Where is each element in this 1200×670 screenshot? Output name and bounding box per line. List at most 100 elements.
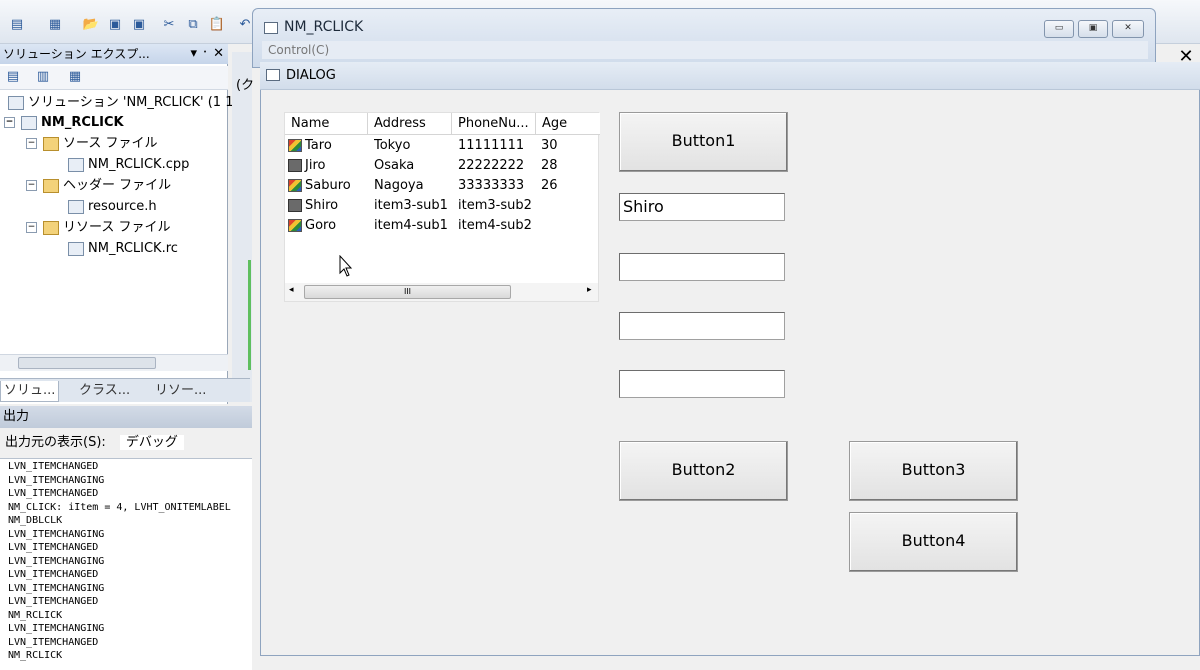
tree-source-folder[interactable]: − ソース ファイル [26,134,157,154]
header-file-icon [68,199,84,214]
main-window-title: NM_RCLICK [284,19,364,35]
window-close-button[interactable]: ✕ [1112,20,1144,38]
column-header-address[interactable]: Address [368,113,452,135]
cell-text: Shiro [305,198,339,213]
maximize-button[interactable]: ▣ [1078,20,1108,38]
output-line: LVN_ITEMCHANGING [8,555,105,567]
listview-horizontal-scrollbar[interactable]: ◂ III ▸ [285,283,598,301]
tree-header-file[interactable]: resource.h [68,197,157,217]
scroll-thumb[interactable]: III [304,285,511,299]
collapse-icon[interactable]: − [4,117,15,128]
cell-name: Saburo [288,176,351,196]
cell-name: Goro [288,216,336,236]
cell-name: Shiro [288,196,338,216]
column-header-name[interactable]: Name [285,113,368,135]
column-header-age[interactable]: Age [536,113,600,135]
solution-horizontal-scrollbar[interactable] [0,354,228,371]
list-row[interactable]: Saburo Nagoya 33333333 26 [285,176,600,196]
output-header: 出力 [0,406,252,428]
cell-text: Osaka [374,158,415,173]
solution-icon [8,95,24,110]
list-row[interactable]: Shiro item3-sub1 item3-sub2 [285,196,600,216]
tree-header-folder[interactable]: − ヘッダー ファイル [26,176,171,196]
save-icon[interactable]: ▣ [106,16,124,34]
tab-resource[interactable]: リソー... [152,381,209,401]
refresh-icon[interactable]: ▦ [66,68,84,86]
button2[interactable]: Button2 [619,441,788,501]
edit-field-4[interactable] [619,370,785,398]
button1[interactable]: Button1 [619,112,788,172]
folder-icon [43,136,59,151]
output-line: LVN_ITEMCHANGING [8,623,105,634]
menu-control[interactable]: Control(C) [268,43,329,57]
cell-name: Jiro [288,156,325,176]
cell-phone: item3-sub2 [458,196,532,216]
cut-icon[interactable]: ✂ [160,16,178,34]
cpp-file-icon [68,157,84,172]
button4[interactable]: Button4 [849,512,1018,572]
dialog-close-icon[interactable]: ✕ [1172,44,1200,70]
cell-age: 28 [541,156,558,176]
list-row[interactable]: Goro item4-sub1 item4-sub2 [285,216,600,236]
collapse-icon[interactable]: − [26,222,37,233]
output-log: LVN_ITEMCHANGED LVN_ITEMCHANGING LVN_ITEMC… [0,458,252,670]
list-row[interactable]: Jiro Osaka 22222222 28 [285,156,600,176]
column-header-phone[interactable]: PhoneNu... [452,113,536,135]
scroll-right-icon[interactable]: ▸ [587,285,592,295]
scroll-thumb[interactable] [18,357,156,369]
button3[interactable]: Button3 [849,441,1018,501]
editor-partial-text: (ク [236,78,255,93]
cell-text: 28 [541,158,558,173]
new-project-icon[interactable]: ▤ [8,16,26,34]
solution-explorer-header: ソリューション エクスプ... ▾ ᛫ ✕ [0,44,228,64]
save-all-icon[interactable]: ▣ [130,16,148,34]
edit-field-3[interactable] [619,312,785,340]
paste-icon[interactable]: 📋 [208,16,226,34]
tab-class[interactable]: クラス... [76,381,133,401]
tab-solution[interactable]: ソリュ... [0,381,60,402]
minimize-button[interactable]: ▭ [1044,20,1074,38]
edit-field-2[interactable] [619,253,785,281]
scroll-left-icon[interactable]: ◂ [289,285,294,295]
cell-text: item4-sub1 [374,218,448,233]
add-item-icon[interactable]: ▦ [46,16,64,34]
mouse-cursor-icon [339,255,353,277]
panel-pin-close-icon[interactable]: ▾ ᛫ ✕ [191,44,224,64]
collapse-icon[interactable]: − [26,138,37,149]
tree-project[interactable]: − NM_RCLICK [4,113,124,133]
tree-resource-folder[interactable]: − リソース ファイル [26,218,170,238]
output-line: NM_RCLICK [8,609,63,621]
tree-header-folder-label: ヘッダー ファイル [63,178,172,193]
cell-text: 26 [541,178,558,193]
show-all-files-icon[interactable]: ▥ [34,68,52,86]
output-line: LVN_ITEMCHANGING [8,528,105,540]
folder-icon [43,178,59,193]
list-row[interactable]: Taro Tokyo 11111111 30 [285,136,600,156]
cell-phone: 22222222 [458,156,524,176]
cell-text: Nagoya [374,178,424,193]
cell-address: item4-sub1 [374,216,448,236]
copy-icon[interactable]: ⧉ [184,16,202,34]
output-line: LVN_ITEMCHANGING [8,582,105,594]
edit-field-1[interactable]: Shiro [619,193,785,221]
pencil-icon [288,179,302,192]
properties-icon[interactable]: ▤ [4,68,22,86]
computer-icon [288,159,302,172]
output-source-label: 出力元の表示(S): [5,435,106,450]
cell-text: Taro [305,138,332,153]
tree-source-folder-label: ソース ファイル [63,136,158,151]
tree-resource-file[interactable]: NM_RCLICK.rc [68,239,178,259]
output-source-select[interactable]: デバッグ [119,435,184,450]
cell-phone: 11111111 [458,136,524,156]
tree-source-file[interactable]: NM_RCLICK.cpp [68,155,189,175]
cell-text: item3-sub1 [374,198,448,213]
tree-solution[interactable]: ソリューション 'NM_RCLICK' (1 1 [8,93,233,113]
collapse-icon[interactable]: − [26,180,37,191]
cell-text: 33333333 [458,178,525,193]
list-view[interactable]: Name Address PhoneNu... Age Taro Tokyo 111… [284,112,600,302]
solution-explorer-toolbar: ▤ ▥ ▦ [0,66,228,90]
output-line: LVN_ITEMCHANGED [8,636,99,648]
open-folder-icon[interactable]: 📂 [82,16,100,34]
cell-name: Taro [288,136,332,156]
cell-text: item4-sub2 [458,218,532,233]
